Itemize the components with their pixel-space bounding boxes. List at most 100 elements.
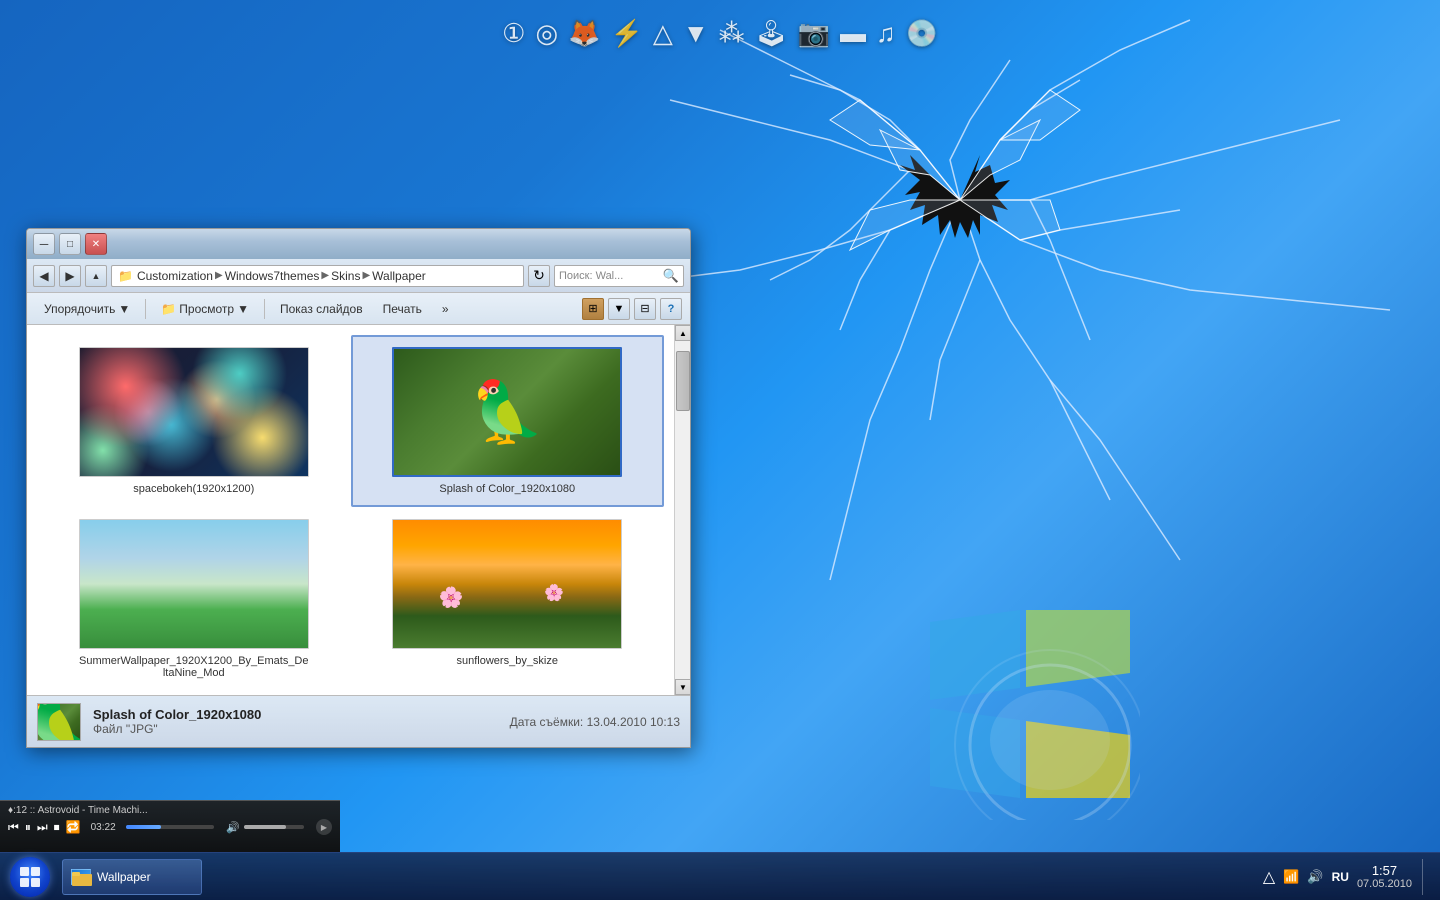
media-stop-button[interactable]: ⏹ bbox=[54, 820, 60, 835]
dock-icon-5[interactable]: △ bbox=[653, 18, 673, 49]
media-prev-button[interactable]: ⏮ bbox=[8, 820, 19, 835]
file-item-summer[interactable]: SummerWallpaper_1920X1200_By_Emats_Delta… bbox=[37, 507, 351, 691]
volume-tray-icon[interactable]: 🔊 bbox=[1307, 869, 1323, 885]
tray-clock[interactable]: 1:57 07.05.2010 bbox=[1357, 863, 1412, 890]
dock-icon-4[interactable]: ⚡ bbox=[611, 18, 643, 49]
media-player: ♦:12 :: Astrovoid - Time Machi... ⏮ ⏸ ⏭ … bbox=[0, 800, 340, 852]
more-button[interactable]: » bbox=[433, 297, 458, 321]
refresh-button[interactable]: ↻ bbox=[528, 265, 550, 287]
breadcrumb-arrow-3: ▶ bbox=[362, 270, 370, 281]
breadcrumb[interactable]: 📁 Customization ▶ Windows7themes ▶ Skins… bbox=[111, 265, 524, 287]
forward-button[interactable]: ▶ bbox=[59, 265, 81, 287]
status-filename: Splash of Color_1920x1080 bbox=[93, 707, 498, 722]
print-label: Печать bbox=[383, 302, 422, 316]
media-next-button[interactable]: ⏭ bbox=[37, 820, 48, 835]
breadcrumb-part2[interactable]: Windows7themes bbox=[225, 269, 320, 283]
help-button[interactable]: ? bbox=[660, 298, 682, 320]
status-filetype: Файл "JPG" bbox=[93, 722, 498, 736]
status-thumb-image bbox=[38, 704, 80, 740]
more-label: » bbox=[442, 302, 449, 316]
status-thumbnail bbox=[37, 703, 81, 741]
arrange-label: Упорядочить bbox=[44, 302, 115, 316]
desktop: ① ◎ 🦊 ⚡ △ ▼ ⁂ 🕹 📷 ▬ ♫ 💿 ─ □ ✕ ◀ ▶ ▲ 📁 bbox=[0, 0, 1440, 900]
file-grid: spacebokeh(1920x1200) Splash of Color_19… bbox=[27, 325, 674, 695]
explorer-window: ─ □ ✕ ◀ ▶ ▲ 📁 Customization ▶ Windows7th… bbox=[26, 228, 691, 748]
start-orb bbox=[10, 857, 50, 897]
file-item-sunflowers[interactable]: sunflowers_by_skize bbox=[351, 507, 665, 691]
progress-fill bbox=[126, 825, 161, 829]
dock-icon-10[interactable]: ▬ bbox=[840, 18, 866, 49]
view-button[interactable]: 📁 Просмотр ▼ bbox=[152, 297, 258, 321]
tray-icon-1[interactable]: △ bbox=[1263, 867, 1275, 887]
status-date: Дата съёмки: 13.04.2010 10:13 bbox=[510, 715, 680, 729]
file-item-parrot[interactable]: Splash of Color_1920x1080 bbox=[351, 335, 665, 507]
toolbar-separator-2 bbox=[264, 299, 265, 319]
show-desktop-button[interactable] bbox=[1422, 859, 1428, 895]
view-toggle-button[interactable]: ⊞ bbox=[582, 298, 604, 320]
dock-icon-6[interactable]: ▼ bbox=[683, 18, 709, 49]
view-dropdown-icon: ▼ bbox=[237, 302, 249, 316]
taskbar: Wallpaper △ 📶 🔊 RU 1:57 07.05.2010 bbox=[0, 852, 1440, 900]
dock-icon-8[interactable]: 🕹 bbox=[755, 18, 788, 49]
start-button[interactable] bbox=[4, 856, 56, 898]
scrollbar: ▲ ▼ bbox=[674, 325, 690, 695]
scroll-thumb[interactable] bbox=[676, 351, 690, 411]
details-pane-button[interactable]: ⊟ bbox=[634, 298, 656, 320]
minimize-button[interactable]: ─ bbox=[33, 233, 55, 255]
breadcrumb-arrow-1: ▶ bbox=[215, 270, 223, 281]
search-icon[interactable]: 🔍 bbox=[663, 268, 679, 284]
breadcrumb-part1[interactable]: Customization bbox=[137, 269, 213, 283]
progress-bar[interactable] bbox=[126, 825, 215, 829]
grid-icon: ⊞ bbox=[588, 302, 597, 315]
view-label: Просмотр bbox=[179, 302, 234, 316]
media-play-button[interactable]: ⏸ bbox=[25, 820, 31, 835]
print-button[interactable]: Печать bbox=[374, 297, 431, 321]
top-dock: ① ◎ 🦊 ⚡ △ ▼ ⁂ 🕹 📷 ▬ ♫ 💿 bbox=[502, 18, 938, 49]
close-button[interactable]: ✕ bbox=[85, 233, 107, 255]
volume-bar[interactable] bbox=[244, 825, 304, 829]
title-bar-controls: ─ □ ✕ bbox=[33, 233, 107, 255]
file-thumb-sunflowers bbox=[392, 519, 622, 649]
scroll-down-button[interactable]: ▼ bbox=[675, 679, 690, 695]
breadcrumb-icon: 📁 bbox=[118, 269, 133, 283]
dock-icon-9[interactable]: 📷 bbox=[798, 18, 830, 49]
scroll-up-button[interactable]: ▲ bbox=[675, 325, 690, 341]
search-box[interactable]: Поиск: Wal... 🔍 bbox=[554, 265, 684, 287]
toolbar-separator-1 bbox=[145, 299, 146, 319]
arrange-button[interactable]: Упорядочить ▼ bbox=[35, 297, 139, 321]
dock-icon-3[interactable]: 🦊 bbox=[568, 18, 600, 49]
media-title: ♦:12 :: Astrovoid - Time Machi... bbox=[8, 805, 332, 816]
dock-icon-2[interactable]: ◎ bbox=[535, 18, 558, 49]
scroll-track[interactable] bbox=[675, 341, 690, 679]
taskbar-wallpaper-button[interactable]: Wallpaper bbox=[62, 859, 202, 895]
breadcrumb-part3[interactable]: Skins bbox=[331, 269, 360, 283]
thumb-bokeh-image bbox=[80, 348, 308, 476]
file-name-summer: SummerWallpaper_1920X1200_By_Emats_Delta… bbox=[79, 655, 309, 679]
dock-icon-12[interactable]: 💿 bbox=[906, 18, 938, 49]
breadcrumb-part4[interactable]: Wallpaper bbox=[372, 269, 426, 283]
status-bar: Splash of Color_1920x1080 Файл "JPG" Дат… bbox=[27, 695, 690, 747]
network-icon[interactable]: 📶 bbox=[1283, 869, 1299, 885]
tray-language[interactable]: RU bbox=[1332, 870, 1349, 884]
toolbar: Упорядочить ▼ 📁 Просмотр ▼ Показ слайдов… bbox=[27, 293, 690, 325]
slideshow-button[interactable]: Показ слайдов bbox=[271, 297, 372, 321]
media-repeat-button[interactable]: 🔁 bbox=[66, 820, 81, 834]
status-info: Splash of Color_1920x1080 Файл "JPG" bbox=[93, 707, 498, 736]
system-tray: △ 📶 🔊 RU 1:57 07.05.2010 bbox=[1263, 859, 1436, 895]
back-button[interactable]: ◀ bbox=[33, 265, 55, 287]
taskbar-wallpaper-label: Wallpaper bbox=[97, 870, 151, 884]
file-thumb-parrot bbox=[392, 347, 622, 477]
slideshow-label: Показ слайдов bbox=[280, 302, 363, 316]
status-date-value: 13.04.2010 10:13 bbox=[587, 715, 680, 729]
dock-icon-11[interactable]: ♫ bbox=[876, 18, 896, 49]
taskbar-folder-icon bbox=[71, 869, 91, 885]
toolbar-right: ⊞ ▼ ⊟ ? bbox=[582, 298, 682, 320]
up-button[interactable]: ▲ bbox=[85, 265, 107, 287]
file-item-spacebokeh[interactable]: spacebokeh(1920x1200) bbox=[37, 335, 351, 507]
dock-icon-7[interactable]: ⁂ bbox=[719, 18, 745, 49]
view-dropdown-button[interactable]: ▼ bbox=[608, 298, 630, 320]
status-date-label: Дата съёмки: bbox=[510, 715, 584, 729]
media-options-button[interactable]: ▶ bbox=[316, 819, 332, 835]
dock-icon-1[interactable]: ① bbox=[502, 18, 525, 49]
maximize-button[interactable]: □ bbox=[59, 233, 81, 255]
